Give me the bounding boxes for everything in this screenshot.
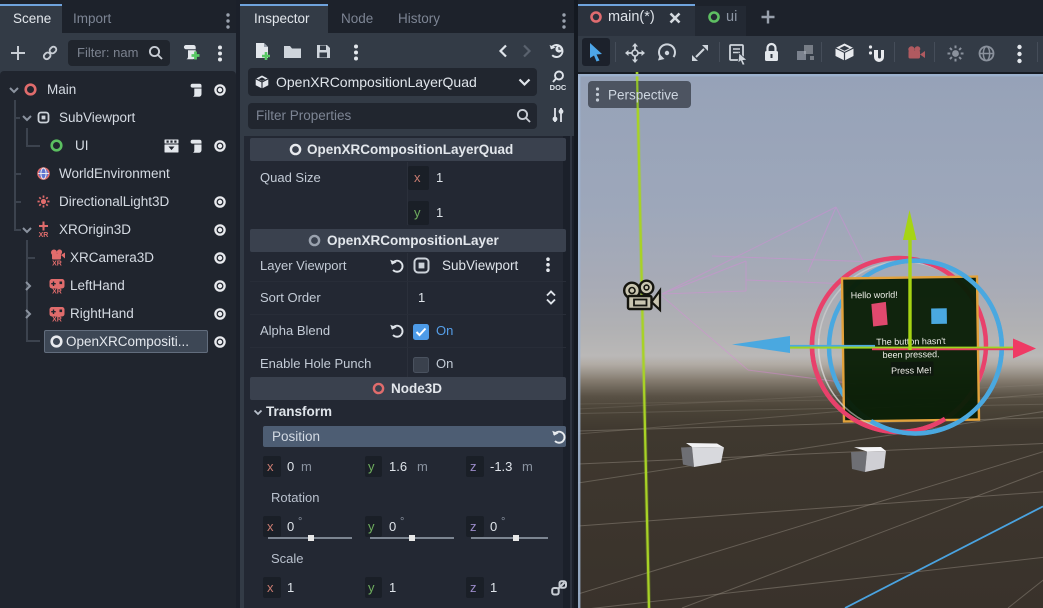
svg-text:DOC: DOC [550, 83, 567, 92]
svg-text:XR: XR [52, 289, 62, 296]
svg-text:XR: XR [52, 317, 62, 324]
svg-text:Perspective: Perspective [608, 88, 679, 103]
svg-text:Hello world!: Hello world! [851, 290, 898, 301]
svg-text:Press Me!: Press Me! [891, 365, 932, 376]
svg-text:XR: XR [39, 232, 49, 239]
svg-text:XR: XR [52, 261, 62, 268]
svg-text:been pressed.: been pressed. [882, 349, 939, 360]
